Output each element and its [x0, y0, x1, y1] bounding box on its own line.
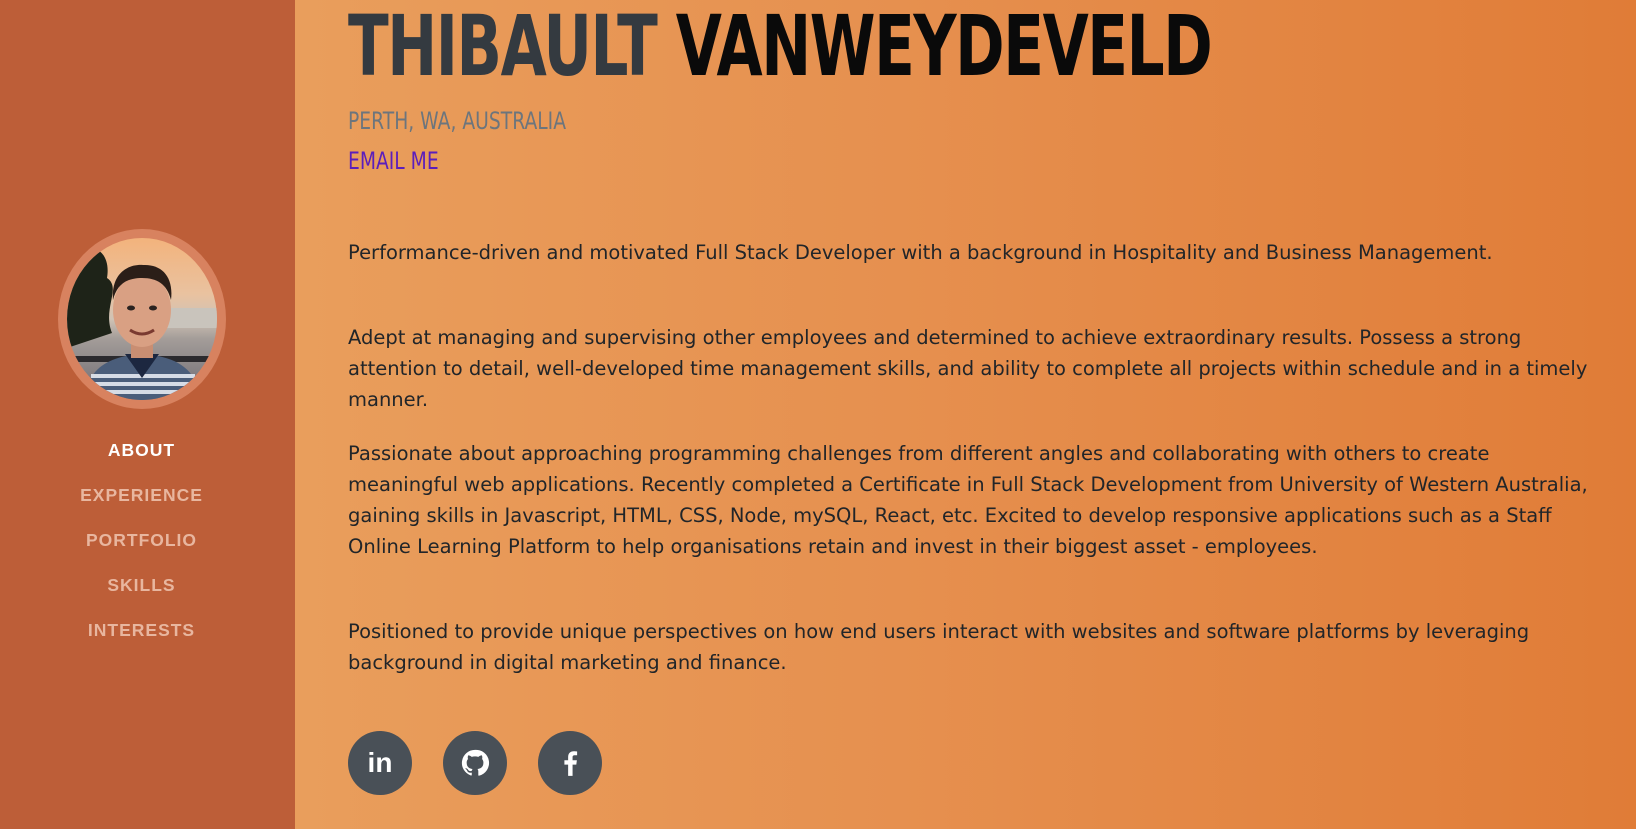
- sidebar-nav: ABOUT EXPERIENCE PORTFOLIO SKILLS INTERE…: [0, 432, 283, 657]
- last-name: VANWEYDEVELD: [675, 0, 1213, 95]
- nav-item-portfolio[interactable]: PORTFOLIO: [0, 522, 283, 567]
- profile-photo-illustration: [67, 247, 217, 400]
- linkedin-icon: in: [367, 747, 393, 778]
- bio-paragraph: Passionate about approaching programming…: [348, 442, 1588, 558]
- location-text: PERTH, WA, AUSTRALIA: [348, 107, 567, 135]
- page-title: THIBAULT VANWEYDEVELD: [348, 0, 1213, 95]
- facebook-button[interactable]: [538, 731, 602, 795]
- bio-paragraph: Performance-driven and motivated Full St…: [348, 241, 1493, 264]
- nav-item-experience[interactable]: EXPERIENCE: [0, 477, 283, 522]
- nav-item-interests[interactable]: INTERESTS: [0, 612, 283, 657]
- profile-photo-frame: [58, 229, 226, 409]
- github-icon: [461, 749, 490, 776]
- linkedin-button[interactable]: in: [348, 731, 412, 795]
- nav-item-skills[interactable]: SKILLS: [0, 567, 283, 612]
- sidebar: ABOUT EXPERIENCE PORTFOLIO SKILLS INTERE…: [0, 0, 295, 829]
- first-name: THIBAULT: [348, 0, 658, 95]
- bio-paragraph: Adept at managing and supervising other …: [348, 326, 1588, 411]
- nav-item-about[interactable]: ABOUT: [0, 432, 283, 477]
- profile-photo: [67, 238, 217, 400]
- facebook-icon: [564, 751, 578, 776]
- bio-paragraph: Positioned to provide unique perspective…: [348, 620, 1530, 674]
- email-link[interactable]: EMAIL ME: [348, 147, 439, 175]
- github-button[interactable]: [443, 731, 507, 795]
- about-section: THIBAULT VANWEYDEVELD PERTH, WA, AUSTRAL…: [295, 0, 1636, 829]
